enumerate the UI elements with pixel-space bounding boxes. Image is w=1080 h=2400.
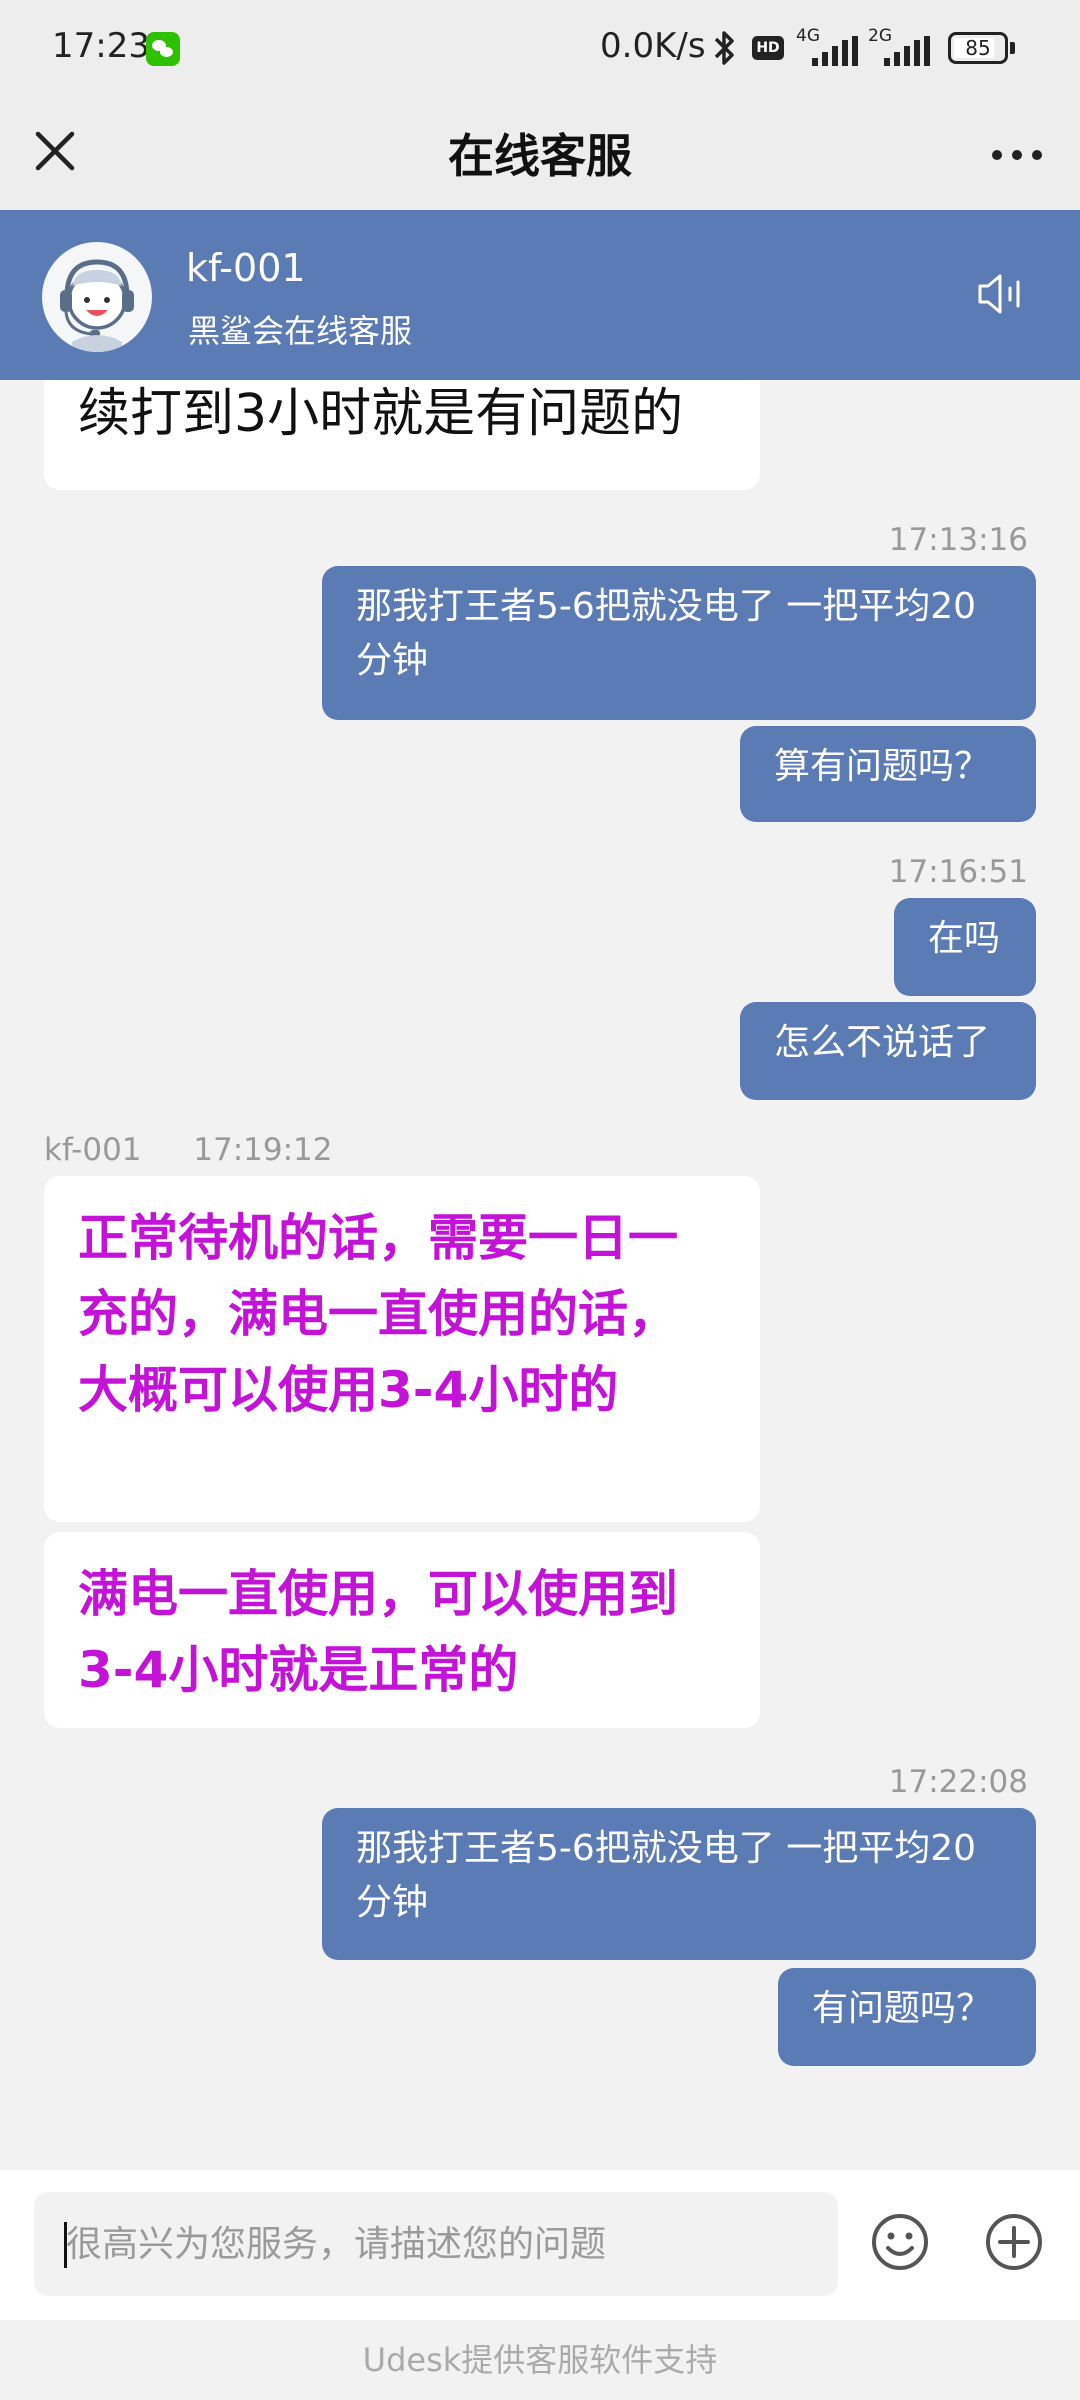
agent-stamp-name: kf-001	[44, 1132, 142, 1168]
agent-name: kf-001	[186, 246, 306, 290]
user-message: 算有问题吗？	[740, 726, 1036, 822]
user-message: 有问题吗？	[778, 1968, 1036, 2066]
agent-message: 续打到3小时就是有问题的	[44, 380, 760, 490]
plus-icon[interactable]	[982, 2210, 1046, 2274]
footer-credit: Udesk提供客服软件支持	[0, 2320, 1080, 2400]
battery-level: 85	[965, 36, 991, 60]
timestamp: 17:16:51	[888, 854, 1028, 890]
signal-2g-icon: 2G	[868, 26, 934, 66]
message-text: 怎么不说话了	[774, 1022, 991, 1063]
message-text: 那我打王者5-6把就没电了 一把平均20分钟	[356, 586, 977, 681]
agent-message: 满电一直使用，可以使用到3-4小时就是正常的	[44, 1532, 760, 1728]
agent-avatar	[42, 242, 152, 352]
hd-icon: HD	[752, 36, 784, 60]
message-text: 有问题吗？	[812, 1988, 993, 2029]
signal-4g-icon: 4G	[796, 26, 862, 66]
message-text: 续打到3小时就是有问题的	[78, 384, 684, 444]
more-icon[interactable]	[984, 124, 1050, 184]
page-title: 在线客服	[448, 129, 632, 183]
agent-avatar-image	[60, 259, 134, 352]
timestamp: 17:13:16	[888, 522, 1028, 558]
agent-stamp-time: 17:19:12	[193, 1132, 333, 1168]
timestamp: 17:22:08	[888, 1764, 1028, 1800]
user-message: 那我打王者5-6把就没电了 一把平均20分钟	[322, 1808, 1036, 1960]
bluetooth-icon	[714, 31, 734, 65]
top-nav: 在线客服	[0, 98, 1080, 210]
user-message: 怎么不说话了	[740, 1002, 1036, 1100]
status-bar: 17:23 0.0K/s HD 4G 2G 85	[0, 0, 1080, 98]
status-time: 17:23	[52, 26, 150, 66]
agent-stamp: kf-001 17:19:12	[44, 1132, 332, 1168]
message-text: 满电一直使用，可以使用到3-4小时就是正常的	[78, 1565, 678, 1699]
speaker-icon[interactable]	[974, 266, 1030, 322]
battery-nub	[1010, 42, 1015, 54]
text-caret	[64, 2222, 67, 2268]
agent-message: 正常待机的话，需要一日一充的，满电一直使用的话，大概可以使用3-4小时的	[44, 1176, 760, 1522]
message-text: 正常待机的话，需要一日一充的，满电一直使用的话，大概可以使用3-4小时的	[78, 1209, 678, 1419]
emoji-icon[interactable]	[868, 2210, 932, 2274]
message-input[interactable]	[34, 2192, 838, 2296]
chat-area[interactable]: 续打到3小时就是有问题的 17:13:16 那我打王者5-6把就没电了 一把平均…	[0, 380, 1080, 2170]
agent-subtitle: 黑鲨会在线客服	[188, 312, 413, 350]
wechat-icon	[146, 32, 180, 66]
message-text: 算有问题吗？	[774, 746, 991, 787]
message-text: 在吗	[928, 918, 1001, 959]
battery-icon: 85	[948, 32, 1008, 64]
agent-header: kf-001 黑鲨会在线客服	[0, 210, 1080, 380]
user-message: 在吗	[894, 898, 1036, 996]
message-text: 那我打王者5-6把就没电了 一把平均20分钟	[356, 1828, 977, 1923]
network-speed: 0.0K/s	[600, 26, 706, 66]
user-message: 那我打王者5-6把就没电了 一把平均20分钟	[322, 566, 1036, 720]
input-bar	[0, 2170, 1080, 2320]
